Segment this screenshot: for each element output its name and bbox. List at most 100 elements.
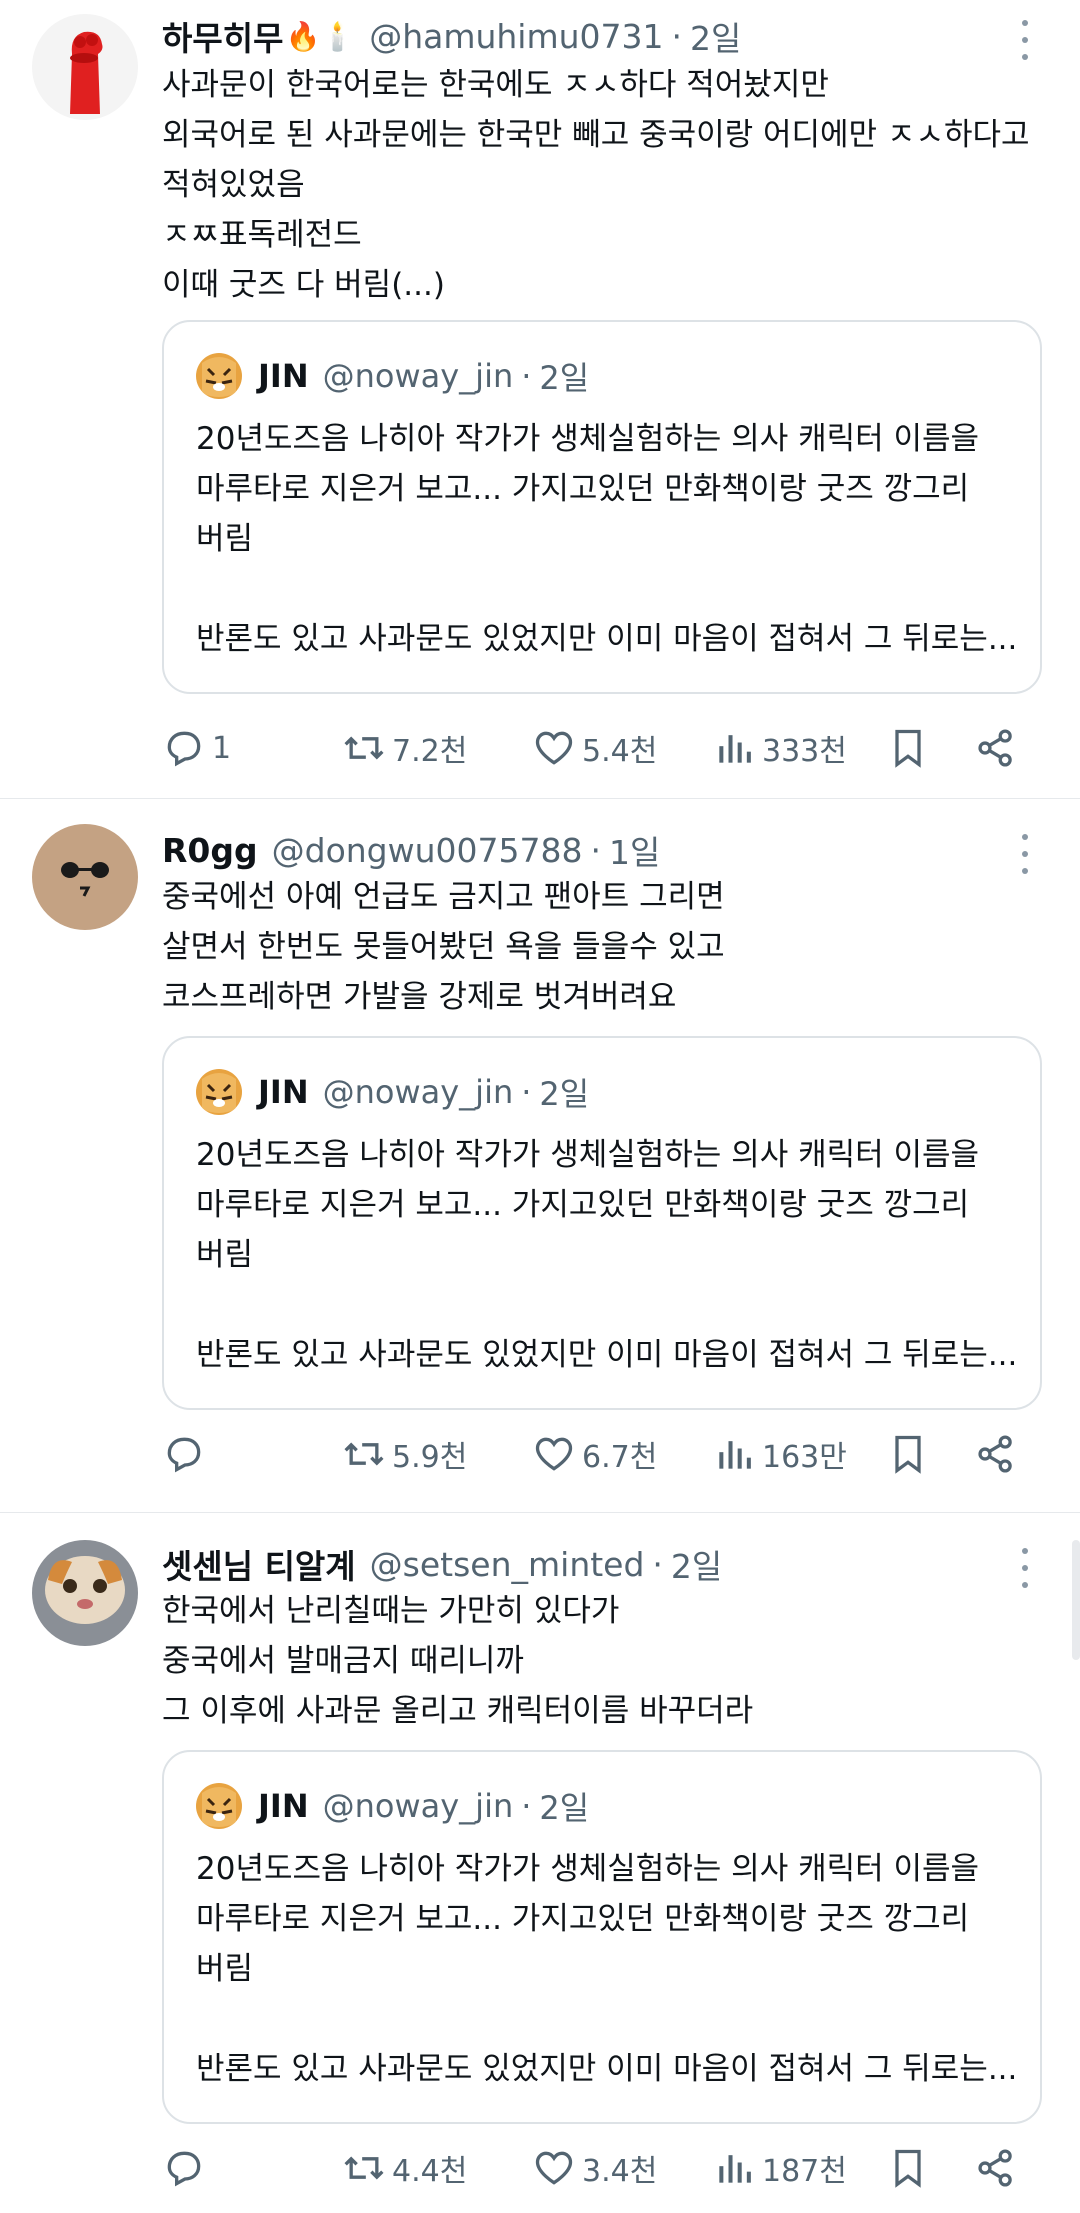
tweet-text: 사과문이 한국어로는 한국에도 ㅈㅅ하다 적어놨지만 외국어로 된 사과문에는 … — [162, 60, 1042, 310]
display-name[interactable]: 하무히무 — [162, 12, 283, 60]
separator-dot: · — [521, 357, 532, 395]
like-count: 6.7천 — [582, 1440, 658, 1475]
like-count: 3.4천 — [582, 2154, 658, 2189]
tweet-header: 하무히무 🔥🕯️ @hamuhimu0731 · 2일 — [162, 8, 741, 64]
retweet-count: 5.9천 — [392, 1440, 468, 1475]
avatar[interactable] — [32, 14, 138, 120]
tweet-header: R0gg @dongwu0075788 · 1일 — [162, 822, 660, 878]
view-count: 163만 — [762, 1440, 847, 1475]
reply-icon — [167, 731, 201, 767]
reply-count: 1 — [212, 730, 232, 766]
more-icon[interactable] — [1010, 1548, 1040, 1588]
quoted-text-line: 반론도 있고 사과문도 있었지만 이미 마음이 접혀서 그 뒤로는... — [196, 621, 1018, 657]
views-button[interactable]: 187천 — [712, 2138, 847, 2198]
share-button[interactable] — [974, 1424, 1024, 1484]
quoted-text-line: 마루타로 지은거 보고... 가지고있던 만화책이랑 굿즈 깡그리 — [196, 1901, 970, 1937]
quoted-tweet-text: 20년도즈음 나히아 작가가 생체실험하는 의사 캐릭터 이름을 마루타로 지은… — [196, 414, 1026, 664]
heart-icon — [535, 1437, 573, 1471]
timestamp[interactable]: 2일 — [671, 1540, 722, 1588]
retweet-button[interactable]: 4.4천 — [342, 2138, 467, 2198]
share-button[interactable] — [974, 718, 1024, 778]
quoted-tweet-text: 20년도즈음 나히아 작가가 생체실험하는 의사 캐릭터 이름을 마루타로 지은… — [196, 1844, 1026, 2094]
bookmark-button[interactable] — [886, 718, 936, 778]
tweet-text-line: 외국어로 된 사과문에는 한국만 빼고 중국이랑 어디에만 ㅈㅅ하다고 — [162, 117, 1030, 153]
tweet-text-line: 한국에서 난리칠때는 가만히 있다가 — [162, 1593, 620, 1629]
tweet-text-line: 살면서 한번도 못들어봤던 욕을 들을수 있고 — [162, 929, 725, 965]
quoted-text-line: 반론도 있고 사과문도 있었지만 이미 마음이 접혀서 그 뒤로는... — [196, 1337, 1018, 1373]
divider — [0, 1512, 1080, 1513]
separator-dot: · — [590, 830, 602, 870]
reply-button[interactable] — [162, 1424, 212, 1484]
retweet-button[interactable]: 7.2천 — [342, 718, 467, 778]
bookmark-icon — [895, 2149, 921, 2188]
tweet[interactable]: 하무히무 🔥🕯️ @hamuhimu0731 · 2일 사과문이 한국어로는 한… — [0, 8, 1080, 798]
display-name[interactable]: 셋센님 티알계 — [162, 1540, 356, 1588]
quoted-tweet[interactable]: JIN @noway_jin · 2일 20년도즈음 나히아 작가가 생체실험하… — [162, 1750, 1042, 2124]
quoted-tweet-header: JIN @noway_jin · 2일 — [196, 1068, 589, 1116]
heart-icon — [535, 731, 573, 765]
avatar[interactable] — [32, 1540, 138, 1646]
avatar[interactable] — [32, 824, 138, 930]
quoted-text-line: 마루타로 지은거 보고... 가지고있던 만화책이랑 굿즈 깡그리 — [196, 471, 970, 507]
like-button[interactable]: 3.4천 — [532, 2138, 657, 2198]
reply-button[interactable]: 1 — [162, 718, 231, 778]
share-icon — [978, 1435, 1012, 1473]
quoted-user-handle: @noway_jin — [322, 357, 514, 395]
tweet-text: 중국에선 아예 언급도 금지고 팬아트 그리면 살면서 한번도 못들어봤던 욕을… — [162, 872, 1042, 1022]
user-handle[interactable]: @dongwu0075788 — [272, 831, 583, 870]
user-handle[interactable]: @hamuhimu0731 — [369, 17, 663, 56]
quoted-timestamp: 2일 — [539, 1789, 590, 1827]
quoted-display-name: JIN — [258, 357, 309, 395]
tweet-text-line: 적혀있었음 — [162, 167, 305, 203]
retweet-button[interactable]: 5.9천 — [342, 1424, 467, 1484]
reply-button[interactable] — [162, 2138, 212, 2198]
quoted-display-name: JIN — [258, 1787, 309, 1825]
timestamp[interactable]: 1일 — [609, 826, 660, 874]
quoted-text-line: 버림 — [196, 1237, 254, 1273]
tweet[interactable]: R0gg @dongwu0075788 · 1일 중국에선 아예 언급도 금지고… — [0, 822, 1080, 1512]
bookmark-button[interactable] — [886, 1424, 936, 1484]
tweet-text-line: 중국에선 아예 언급도 금지고 팬아트 그리면 — [162, 879, 725, 915]
quoted-text-line: 20년도즈음 나히아 작가가 생체실험하는 의사 캐릭터 이름을 — [196, 1851, 980, 1887]
quoted-avatar — [196, 1069, 242, 1115]
tweet-text: 한국에서 난리칠때는 가만히 있다가 중국에서 발매금지 때리니까 그 이후에 … — [162, 1586, 1042, 1736]
quoted-tweet-text: 20년도즈음 나히아 작가가 생체실험하는 의사 캐릭터 이름을 마루타로 지은… — [196, 1130, 1026, 1380]
quoted-avatar — [196, 353, 242, 399]
display-name[interactable]: R0gg — [162, 831, 258, 870]
more-icon[interactable] — [1010, 20, 1040, 60]
share-button[interactable] — [974, 2138, 1024, 2198]
quoted-text-line — [196, 564, 1026, 614]
quoted-tweet[interactable]: JIN @noway_jin · 2일 20년도즈음 나히아 작가가 생체실험하… — [162, 1036, 1042, 1410]
bookmark-icon — [895, 729, 921, 768]
quoted-text-line: 20년도즈음 나히아 작가가 생체실험하는 의사 캐릭터 이름을 — [196, 421, 980, 457]
share-icon — [978, 2149, 1012, 2187]
action-bar: 4.4천 3.4천 187천 — [162, 2138, 1042, 2198]
tweet[interactable]: 셋센님 티알계 @setsen_minted · 2일 한국에서 난리칠때는 가… — [0, 1536, 1080, 2213]
name-emoji: 🔥🕯️ — [285, 19, 356, 53]
views-button[interactable]: 333천 — [712, 718, 847, 778]
tweet-text-line: 중국에서 발매금지 때리니까 — [162, 1643, 524, 1679]
retweet-icon — [344, 736, 384, 760]
bookmark-button[interactable] — [886, 2138, 936, 2198]
user-handle[interactable]: @setsen_minted — [370, 1545, 645, 1584]
tweet-text-line: 코스프레하면 가발을 강제로 벗겨버려요 — [162, 979, 677, 1015]
like-button[interactable]: 5.4천 — [532, 718, 657, 778]
heart-icon — [535, 2151, 573, 2185]
like-count: 5.4천 — [582, 734, 658, 769]
more-icon[interactable] — [1010, 834, 1040, 874]
quoted-text-line: 20년도즈음 나히아 작가가 생체실험하는 의사 캐릭터 이름을 — [196, 1137, 980, 1173]
like-button[interactable]: 6.7천 — [532, 1424, 657, 1484]
quoted-text-line: 버림 — [196, 521, 254, 557]
action-bar: 1 7.2천 5.4천 333천 — [162, 718, 1042, 778]
scrollbar[interactable] — [1072, 1540, 1080, 1660]
views-button[interactable]: 163만 — [712, 1424, 847, 1484]
separator-dot: · — [652, 1544, 663, 1584]
retweet-icon — [344, 1442, 384, 1466]
divider — [0, 798, 1080, 799]
separator-dot: · — [521, 1787, 532, 1825]
timestamp[interactable]: 2일 — [690, 12, 741, 60]
bookmark-icon — [895, 1435, 921, 1474]
quoted-tweet[interactable]: JIN @noway_jin · 2일 20년도즈음 나히아 작가가 생체실험하… — [162, 320, 1042, 694]
reply-feed: 하무히무 🔥🕯️ @hamuhimu0731 · 2일 사과문이 한국어로는 한… — [0, 0, 1080, 2213]
tweet-text-line: ㅈㅉ표독레전드 — [162, 217, 362, 253]
